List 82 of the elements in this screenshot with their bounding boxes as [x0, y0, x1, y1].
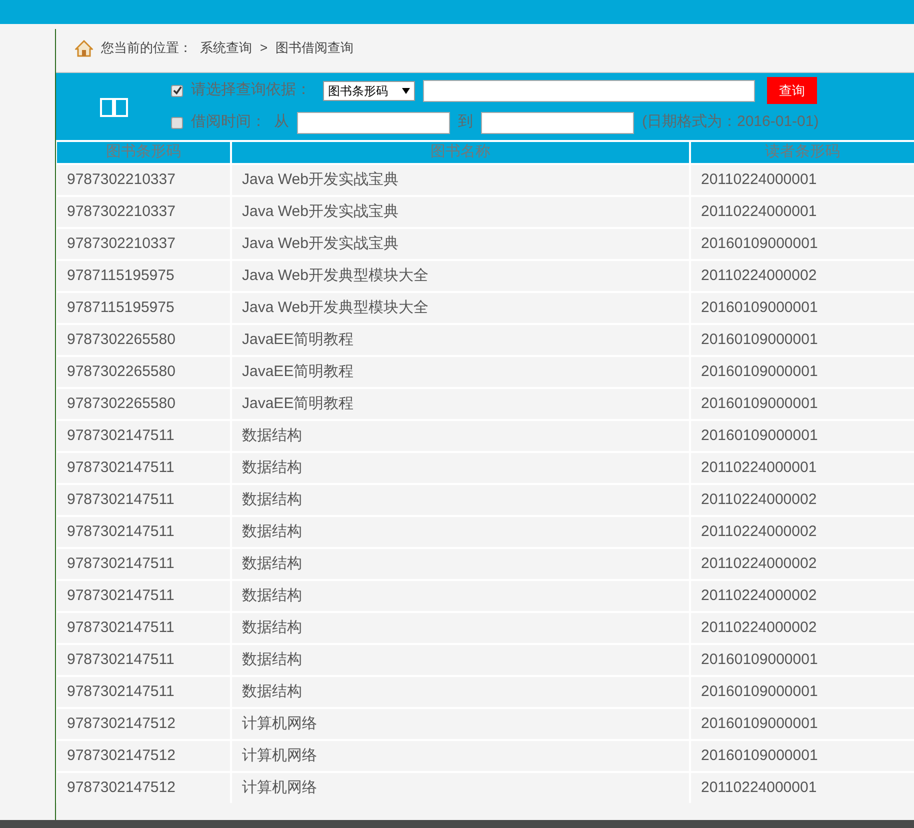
column-header: 图书名称 — [232, 142, 689, 163]
table-cell: 数据结构 — [232, 485, 689, 515]
table-cell: 9787302265580 — [57, 357, 230, 387]
table-cell: 9787302147511 — [57, 677, 230, 707]
table-cell: 9787302265580 — [57, 325, 230, 355]
table-cell: 20160109000001 — [691, 293, 914, 323]
table-cell: 9787302147511 — [57, 549, 230, 579]
table-cell: 计算机网络 — [232, 709, 689, 739]
table-cell: 数据结构 — [232, 581, 689, 611]
table-cell: 20160109000001 — [691, 709, 914, 739]
table-cell: 数据结构 — [232, 677, 689, 707]
home-icon — [75, 40, 93, 56]
table-cell: 20160109000001 — [691, 325, 914, 355]
table-cell: 9787302147511 — [57, 453, 230, 483]
criterion-label: 请选择查询依据： — [191, 80, 311, 100]
table-cell: 9787115195975 — [57, 261, 230, 291]
table-cell: 20160109000001 — [691, 677, 914, 707]
table-cell: 20110224000001 — [691, 453, 914, 483]
date-format-hint: (日期格式为：2016-01-01) — [642, 112, 819, 132]
table-cell: 9787302265580 — [57, 389, 230, 419]
table-cell: 数据结构 — [232, 549, 689, 579]
table-cell: 9787302147511 — [57, 581, 230, 611]
table-cell: 20110224000001 — [691, 197, 914, 227]
to-date-field[interactable] — [481, 112, 634, 134]
table-cell: 20160109000001 — [691, 229, 914, 259]
to-label: 到 — [458, 112, 473, 132]
table-cell: 20160109000001 — [691, 421, 914, 451]
table-cell: 20160109000001 — [691, 389, 914, 419]
table-cell: 计算机网络 — [232, 773, 689, 803]
table-cell: 9787302210337 — [57, 165, 230, 195]
breadcrumb-separator: > — [260, 39, 268, 58]
table-cell: 20160109000001 — [691, 645, 914, 675]
table-cell: 9787302147511 — [57, 485, 230, 515]
table-cell: 20110224000002 — [691, 517, 914, 547]
date-label: 借阅时间： — [191, 112, 266, 132]
table-cell: JavaEE简明教程 — [232, 389, 689, 419]
table-cell: 计算机网络 — [232, 741, 689, 771]
table-cell: Java Web开发实战宝典 — [232, 165, 689, 195]
breadcrumb-current: 图书借阅查询 — [276, 39, 354, 58]
table-cell: 20110224000002 — [691, 261, 914, 291]
table-cell: 9787302210337 — [57, 229, 230, 259]
table-cell: 数据结构 — [232, 645, 689, 675]
table-cell: Java Web开发典型模块大全 — [232, 261, 689, 291]
table-cell: 9787302147512 — [57, 773, 230, 803]
table-cell: 9787302210337 — [57, 197, 230, 227]
from-date-field[interactable] — [297, 112, 450, 134]
table-cell: Java Web开发实战宝典 — [232, 197, 689, 227]
table-cell: 20110224000002 — [691, 581, 914, 611]
table-cell: 数据结构 — [232, 453, 689, 483]
column-header: 图书条形码 — [57, 142, 230, 163]
from-label: 从 — [274, 112, 289, 132]
search-button[interactable]: 查询 — [767, 77, 817, 104]
breadcrumb-link[interactable]: 系统查询 — [200, 38, 252, 58]
column-header: 读者条形码 — [691, 142, 914, 163]
caret-icon — [402, 88, 410, 94]
table-cell: 20110224000002 — [691, 613, 914, 643]
table-cell: 20110224000002 — [691, 485, 914, 515]
table-cell: 9787302147511 — [57, 421, 230, 451]
table-cell: 9787302147511 — [57, 517, 230, 547]
table-cell: 9787302147511 — [57, 645, 230, 675]
table-cell: Java Web开发典型模块大全 — [232, 293, 689, 323]
table-cell: 数据结构 — [232, 613, 689, 643]
table-cell: 20160109000001 — [691, 741, 914, 771]
table-cell: 9787115195975 — [57, 293, 230, 323]
table-cell: JavaEE简明教程 — [232, 357, 689, 387]
search-field[interactable] — [423, 80, 755, 102]
checkbox[interactable] — [171, 84, 183, 96]
checkbox[interactable] — [171, 116, 183, 128]
table-cell: Java Web开发实战宝典 — [232, 229, 689, 259]
criterion-select[interactable]: 图书条形码 — [323, 80, 415, 100]
table-cell: 数据结构 — [232, 517, 689, 547]
table-cell: 数据结构 — [232, 421, 689, 451]
table-cell: JavaEE简明教程 — [232, 325, 689, 355]
location-label: 您当前的位置： — [101, 39, 192, 58]
book-icon — [98, 96, 128, 118]
table-cell: 20110224000001 — [691, 165, 914, 195]
table-cell: 9787302147512 — [57, 741, 230, 771]
table-cell: 20110224000002 — [691, 549, 914, 579]
table-cell: 9787302147512 — [57, 709, 230, 739]
table-cell: 9787302147511 — [57, 613, 230, 643]
table-cell: 20160109000001 — [691, 357, 914, 387]
table-cell: 20110224000001 — [691, 773, 914, 803]
